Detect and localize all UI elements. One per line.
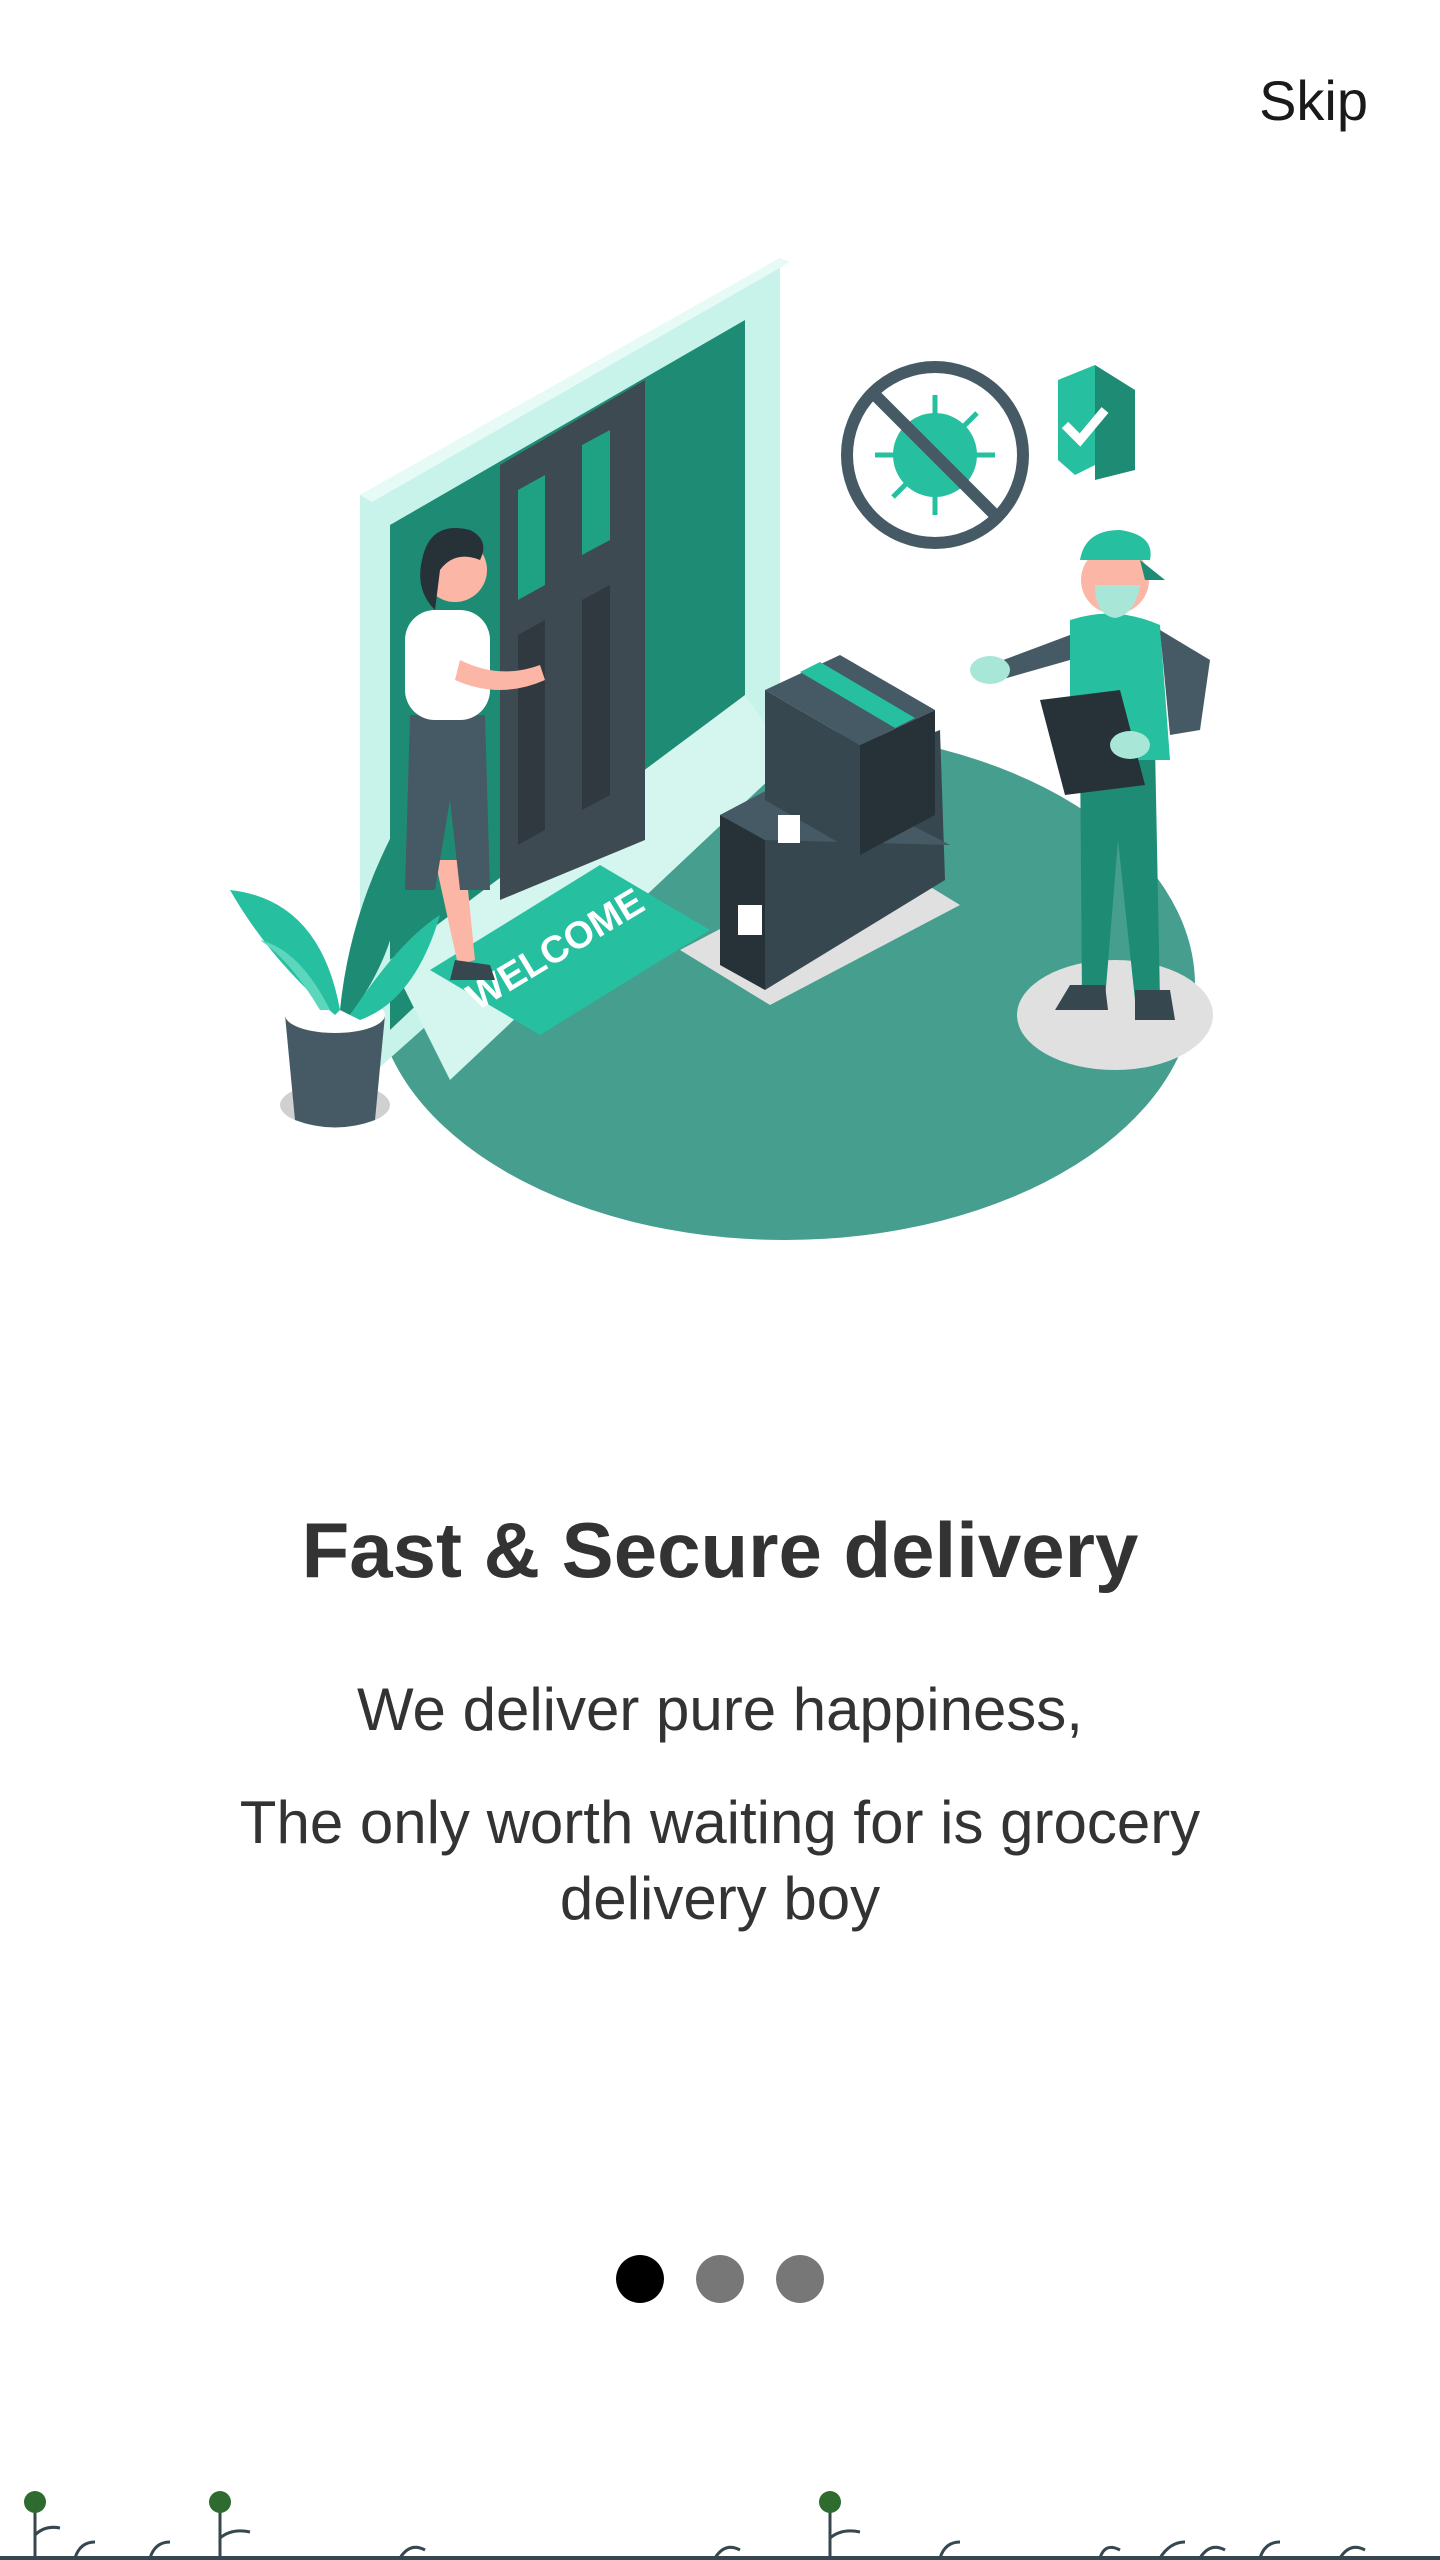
delivery-illustration: WELCOME [230, 258, 1213, 1240]
no-virus-icon [841, 361, 1029, 549]
check-badge-icon [1058, 365, 1135, 480]
sprout-icon [819, 2491, 841, 2513]
page-indicator [0, 2255, 1440, 2303]
ground-decoration [0, 2491, 1440, 2560]
page-description: The only worth waiting for is grocery de… [239, 1789, 1201, 1932]
page-subtitle: We deliver pure happiness, [357, 1676, 1083, 1743]
skip-button[interactable]: Skip [1251, 62, 1376, 139]
page-dot-1[interactable] [616, 2255, 664, 2303]
onboarding-screen: Skip WELCOME Fast & Secure delivery We d… [0, 0, 1440, 2560]
page-title: Fast & Secure delivery [301, 1506, 1139, 1594]
page-dot-3[interactable] [776, 2255, 824, 2303]
door [500, 380, 645, 900]
sprout-icon [209, 2491, 231, 2513]
sprout-icon [24, 2491, 46, 2513]
page-dot-2[interactable] [696, 2255, 744, 2303]
